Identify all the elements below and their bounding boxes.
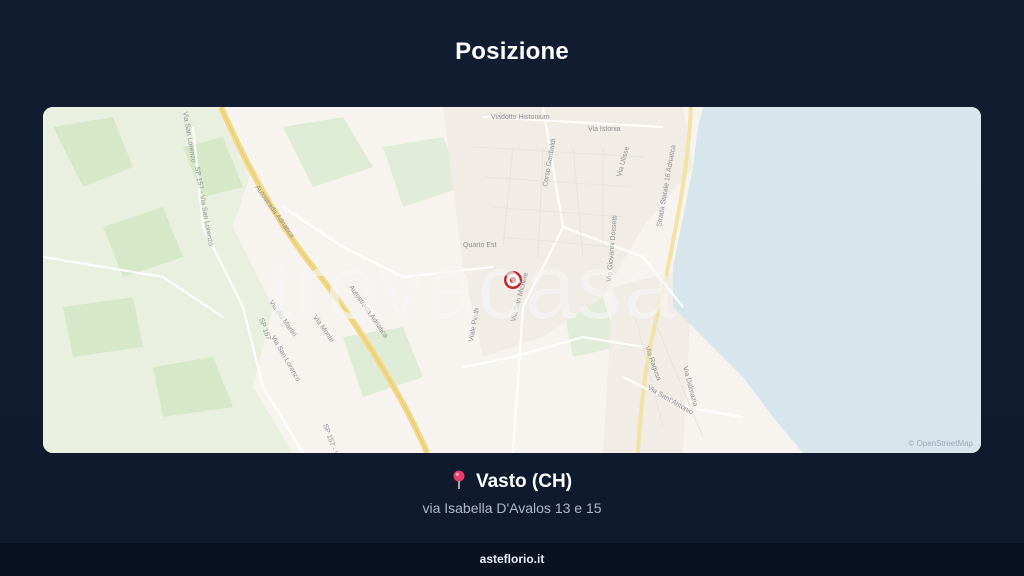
map-attribution[interactable]: © OpenStreetMap <box>908 439 973 448</box>
page-title: Posizione <box>455 38 569 65</box>
map-canvas[interactable]: Viadotto Histonium Via Istonia Corso Gar… <box>43 107 981 453</box>
street-label: Via Istonia <box>588 126 621 133</box>
city-label: Vasto (CH) <box>475 471 573 492</box>
address-label: via Isabella D'Avalos 13 e 15 <box>422 500 602 516</box>
brand-link[interactable]: asteflorio.it <box>480 552 545 566</box>
map-view[interactable]: Viadotto Histonium Via Istonia Corso Gar… <box>43 107 981 453</box>
street-label: Quarto Est <box>463 242 497 249</box>
footer: asteflorio.it <box>0 543 1024 576</box>
page: Posizione Viadotto Histonium Via Istonia… <box>0 0 1024 576</box>
pushpin-icon <box>452 470 466 490</box>
location-marker-icon[interactable] <box>504 271 522 289</box>
street-label: Viadotto Histonium <box>491 114 550 121</box>
location-heading: Vasto (CH) <box>0 470 1024 493</box>
